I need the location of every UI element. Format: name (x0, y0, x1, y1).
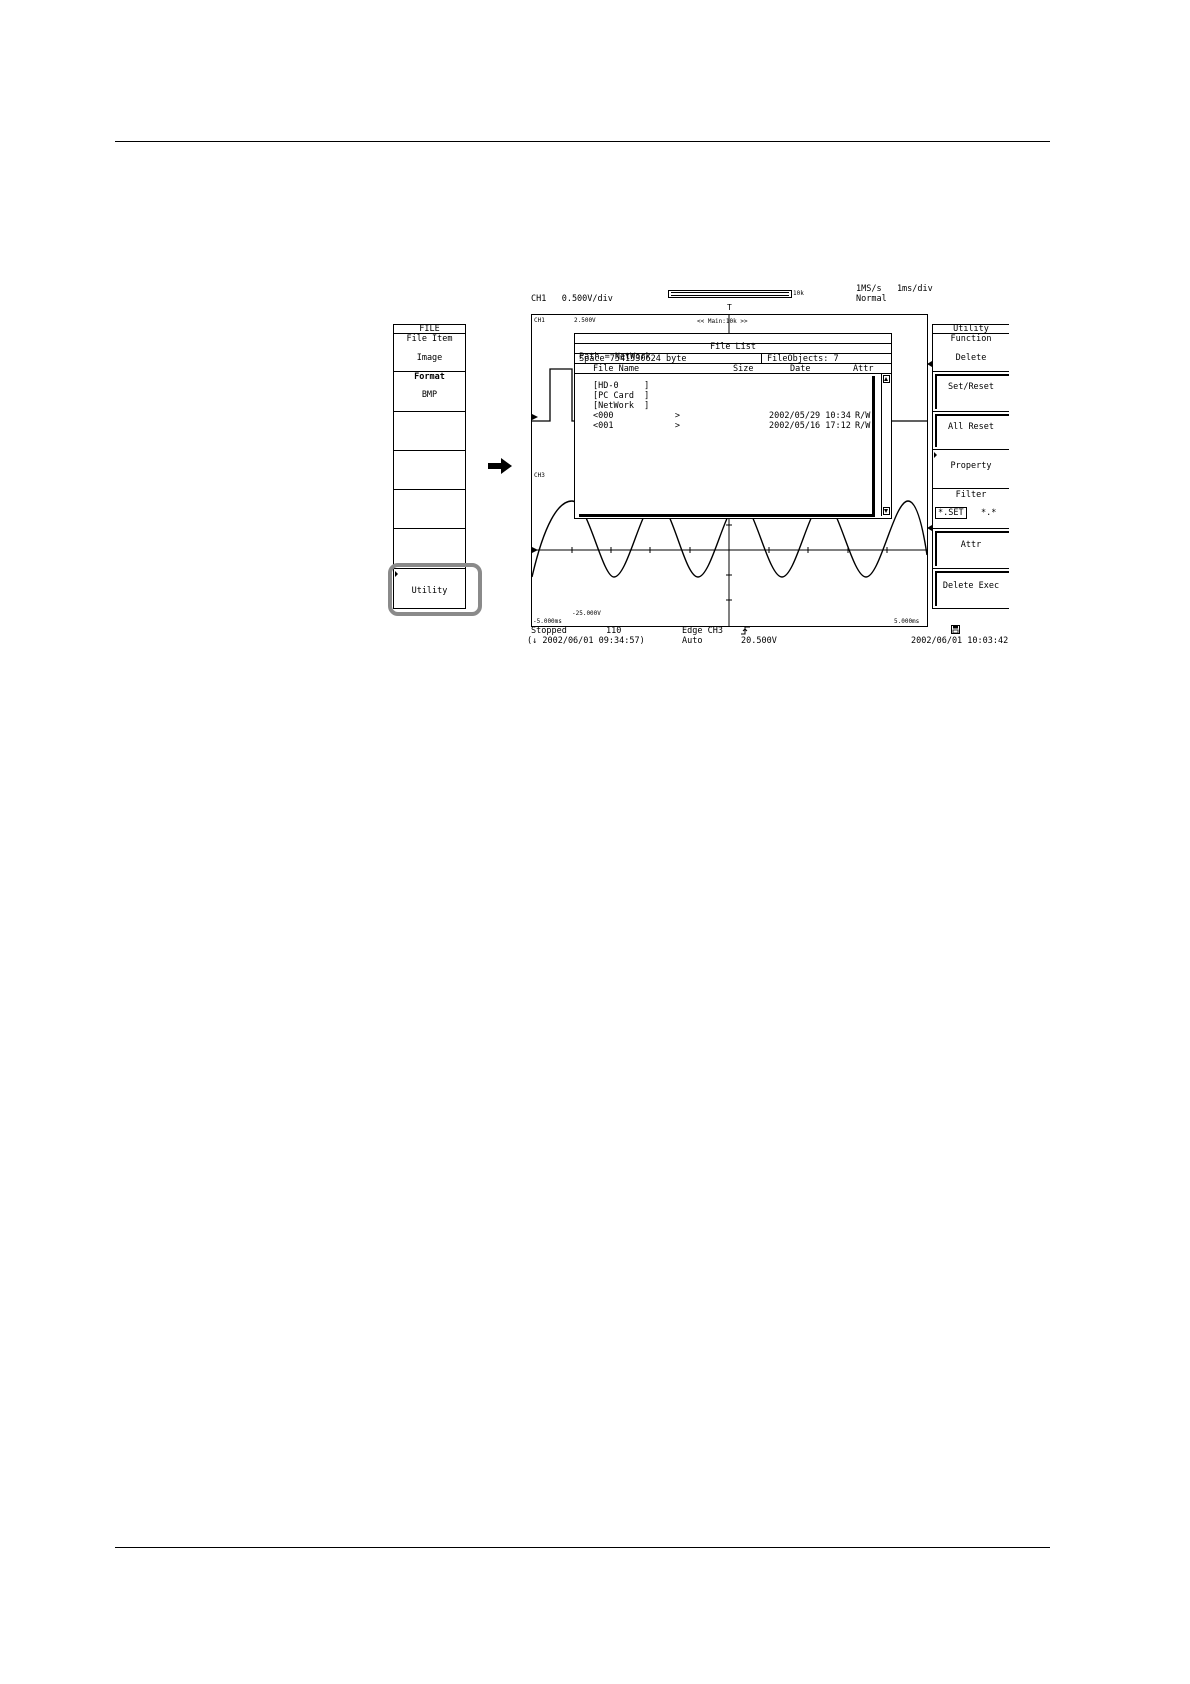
delete-exec-button[interactable]: Delete Exec (933, 568, 1009, 608)
ch3-level: -25.000V (572, 610, 601, 617)
file-list-dialog: File List Path = NetWork Space 754153062… (574, 333, 892, 519)
acquisition-state: Stopped (531, 626, 567, 636)
property-label: Property (950, 461, 992, 471)
all-reset-label: All Reset (947, 422, 995, 432)
file-name: <001 > (593, 421, 680, 431)
acquisition-count: 110 (606, 626, 622, 636)
system-clock: 2002/06/01 10:03:42 (911, 636, 1009, 646)
function-label: Function (950, 334, 992, 344)
file-date: 2002/05/16 17:12 (769, 421, 851, 431)
attr-button[interactable]: Attr (933, 528, 1009, 568)
filter-key[interactable]: Filter *.SET *.* (933, 488, 1009, 528)
function-key[interactable]: Function Delete (933, 333, 1009, 371)
file-date: 2002/05/29 10:34 (769, 411, 851, 421)
blank-key-1[interactable] (394, 411, 465, 450)
sample-rate-readout: 1MS/s 1ms/div (856, 284, 933, 294)
submenu-indicator-icon (934, 452, 937, 458)
active-key-pointer-icon (927, 525, 932, 531)
active-key-pointer-icon (927, 361, 932, 367)
space-text: Space 7541530624 byte (579, 354, 687, 364)
list-item[interactable]: [PC Card ] (575, 391, 865, 401)
list-item[interactable]: <000 > 2002/05/29 10:34 R/W (575, 411, 870, 421)
list-item[interactable]: [HD-0 ] (575, 381, 865, 391)
col-size: Size (733, 364, 754, 374)
file-name: <000 > (593, 411, 680, 421)
scroll-up-icon[interactable] (883, 375, 890, 383)
utility-menu-title: Utility (953, 324, 989, 334)
ch1-scale-readout: CH1 0.500V/div (531, 294, 613, 304)
zoom-window-label: << Main:10k >> (697, 318, 748, 325)
filter-option-all[interactable]: *.* (981, 508, 996, 518)
arrow-right-icon (488, 458, 512, 474)
trigger-type: Edge CH3 (682, 626, 723, 636)
blank-key-4[interactable] (394, 528, 465, 568)
file-item-label: File Item (406, 334, 453, 344)
trigger-level: 20.500V (741, 636, 777, 646)
file-name: [NetWork ] (593, 401, 650, 411)
acquisition-mode-readout: Normal (856, 294, 887, 304)
file-item-value: Image (416, 353, 443, 363)
file-name: [PC Card ] (593, 391, 650, 401)
scroll-down-icon[interactable] (883, 507, 890, 515)
format-label: Format (414, 372, 445, 382)
file-list-scrollbar[interactable] (881, 374, 891, 516)
col-file-name: File Name (593, 364, 640, 374)
list-item[interactable]: <001 > 2002/05/16 17:12 R/W (575, 421, 870, 431)
bottom-rule (115, 1547, 1050, 1548)
list-item[interactable]: [NetWork ] (575, 401, 865, 411)
file-list-title-bar: File List (575, 334, 891, 352)
utility-key-highlight (388, 563, 482, 616)
set-reset-button[interactable]: Set/Reset (933, 371, 1009, 411)
column-header-row: File Name Size Date Attr (575, 364, 891, 374)
file-name: [HD-0 ] (593, 381, 650, 391)
file-objects-text: FileObjects: 7 (761, 354, 839, 364)
time-left-readout: -5.000ms (533, 618, 562, 625)
record-length-label: 10k (793, 290, 804, 297)
trigger-position-marker: T (727, 303, 732, 312)
file-attr: R/W (855, 421, 871, 431)
start-time: (↓ 2002/06/01 09:34:57) (527, 636, 645, 646)
path-row: Path = NetWork (575, 344, 891, 362)
floppy-icon (951, 625, 960, 634)
col-date: Date (790, 364, 811, 374)
file-attr: R/W (855, 411, 871, 421)
format-key[interactable]: Format BMP (394, 371, 465, 411)
function-value: Delete (955, 353, 987, 363)
set-reset-label: Set/Reset (947, 382, 995, 392)
attr-label: Attr (960, 540, 982, 550)
file-list-body: [HD-0 ] [PC Card ] [NetWork ] <000 > 200… (575, 374, 880, 518)
rising-edge-icon (741, 626, 750, 635)
file-item-key[interactable]: File Item Image (394, 333, 465, 371)
col-attr: Attr (853, 364, 874, 374)
blank-key-2[interactable] (394, 450, 465, 489)
ch1-level: 2.500V (574, 317, 596, 324)
format-value: BMP (421, 390, 438, 400)
top-rule (115, 141, 1050, 142)
blank-key-3[interactable] (394, 489, 465, 528)
ch3-label: CH3 (534, 472, 545, 479)
ch1-label: CH1 (534, 317, 545, 324)
filter-option-set[interactable]: *.SET (935, 507, 967, 519)
record-bar (668, 290, 792, 298)
trigger-mode: Auto (682, 636, 703, 646)
all-reset-button[interactable]: All Reset (933, 411, 1009, 449)
delete-exec-label: Delete Exec (942, 581, 1000, 591)
space-row: Space 7541530624 byte FileObjects: 7 (575, 354, 891, 364)
property-button[interactable]: Property (933, 449, 1009, 488)
filter-label: Filter (955, 490, 987, 500)
time-right-readout: 5.000ms (894, 618, 920, 625)
file-menu-title: FILE (419, 324, 440, 334)
utility-menu: Utility Function Delete Set/Reset All Re… (932, 324, 1009, 609)
